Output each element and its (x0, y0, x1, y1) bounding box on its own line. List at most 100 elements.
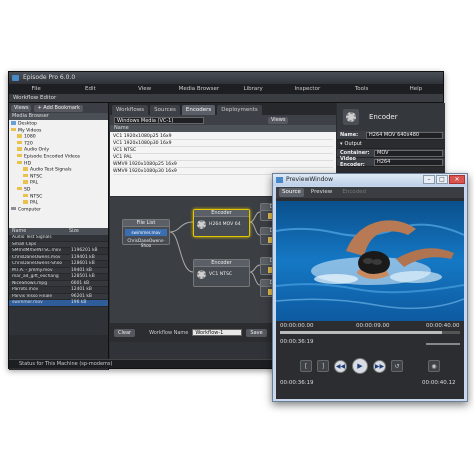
tree-item[interactable]: SD (11, 186, 106, 194)
menu-media-browser[interactable]: Media Browser (172, 84, 226, 94)
tab-source[interactable]: Source (279, 188, 304, 197)
container-select[interactable]: MOV (374, 149, 443, 157)
tab-preview[interactable]: Preview (308, 188, 335, 197)
duration-timecode: 00:00:40.12 (422, 380, 456, 386)
menu-help[interactable]: Help (389, 84, 443, 94)
close-button[interactable]: ✕ (449, 175, 465, 184)
tree-item[interactable]: 720 (11, 140, 106, 148)
timeline: 00:00:00.00 00:00:09.00 00:00:40.00 (276, 323, 464, 336)
clear-button[interactable]: Clear (114, 328, 136, 337)
video-encoder-select[interactable]: H264 (374, 158, 443, 166)
rewind-icon[interactable]: ◀◀ (334, 359, 347, 373)
preview-title: PreviewWindow (286, 176, 334, 183)
inspector-header: Encoder (337, 103, 445, 131)
workflow-name-label: Workflow Name (149, 329, 189, 336)
app-title: Episode Pro 6.0.0 (23, 74, 76, 81)
tree-item[interactable]: NTSC (11, 193, 106, 201)
inspector-title: Encoder (369, 113, 398, 121)
menu-tools[interactable]: Tools (335, 84, 389, 94)
name-field[interactable]: H264 MOV 640x480 (366, 131, 443, 139)
tree-item[interactable]: Episode Encoded Videos (11, 153, 106, 161)
tree-item[interactable]: Desktop (11, 121, 106, 128)
timeline-progress (280, 331, 442, 334)
workflow-name-field[interactable]: Workflow-1 (192, 329, 243, 336)
save-button[interactable]: Save (246, 328, 267, 337)
tree-item[interactable]: Audio Test Signals (11, 167, 106, 174)
format-select[interactable]: Windows Media (VC-1) (114, 116, 204, 124)
file-list-entry[interactable]: ChrisDaneOwens-Shoo (123, 238, 169, 248)
app-logo-icon (276, 177, 283, 183)
tab-workflows[interactable]: Workflows (112, 105, 149, 115)
app-logo-icon (12, 75, 19, 81)
current-timecode: 00:00:36:19 (280, 380, 314, 386)
loop-button[interactable]: ↺ (391, 360, 403, 372)
column-name[interactable]: Name (9, 228, 69, 235)
encoder-row[interactable]: VC1 1920x1080p25 16x9 (113, 133, 333, 140)
tree-item[interactable]: Computer (11, 206, 106, 214)
tree-item[interactable]: 1080 (11, 134, 106, 141)
end-timecode: 00:00:40.00 (426, 323, 460, 329)
gear-icon (197, 270, 206, 279)
add-bookmark-button[interactable]: + Add Bookmark (34, 104, 83, 112)
encoder-node-h264[interactable]: Encoder H264 MOV 64 (193, 209, 250, 237)
file-row-selected[interactable]: swimmer.mov 196 kB (9, 300, 108, 307)
folder-icon (11, 127, 16, 132)
menu-file[interactable]: File (9, 84, 63, 94)
column-size[interactable]: Size (69, 228, 79, 235)
volume-slider[interactable] (426, 343, 460, 345)
tab-encoded[interactable]: Encoded (339, 188, 369, 197)
menu-view[interactable]: View (118, 84, 172, 94)
media-browser-header: Media Browser (9, 113, 108, 120)
chevron-down-icon: ▾ (340, 141, 343, 147)
play-icon[interactable]: ▶ (352, 358, 368, 374)
snapshot-icon[interactable]: ◉ (428, 360, 440, 372)
tree-item[interactable]: Audio Only (11, 147, 106, 154)
computer-icon (11, 206, 16, 211)
views-button[interactable]: Views (268, 116, 289, 124)
maximize-button[interactable]: □ (436, 175, 448, 184)
encoder-node-vc1[interactable]: Encoder VC1 NTSC (193, 259, 250, 287)
output-label: Output (344, 141, 362, 147)
tab-encoders[interactable]: Encoders (181, 105, 216, 115)
encoder-row[interactable]: VC1 PAL (113, 154, 333, 161)
fast-forward-icon[interactable]: ▶▶ (373, 359, 386, 373)
minimize-button[interactable]: – (423, 175, 435, 184)
timeline-track[interactable] (280, 331, 460, 334)
folder-tree[interactable]: Desktop My Videos 1080 720 Audio Only Ep… (9, 120, 108, 228)
menu-edit[interactable]: Edit (63, 84, 117, 94)
encoder-row[interactable]: VC1 NTSC (113, 147, 333, 154)
tree-item[interactable]: NTSC (11, 173, 106, 181)
mid-timecode: 00:00:09.00 (356, 323, 390, 329)
folder-icon (23, 193, 28, 198)
mark-in-button[interactable]: [ (300, 360, 312, 372)
preview-window: PreviewWindow – □ ✕ Source Preview Encod… (272, 173, 468, 402)
views-button[interactable]: Views (11, 104, 32, 112)
video-frame[interactable] (276, 201, 464, 321)
inspector-output-header[interactable]: ▾ Output (337, 140, 445, 149)
file-list-entry[interactable]: swimmer.mov (125, 229, 167, 236)
folder-icon (17, 140, 22, 145)
folder-icon (11, 121, 16, 125)
folder-icon (23, 167, 28, 171)
tab-deployments[interactable]: Deployments (217, 105, 262, 115)
menu-inspector[interactable]: Inspector (280, 84, 334, 94)
menu-bar: File Edit View Media Browser Library Ins… (9, 84, 443, 94)
folder-icon (17, 134, 22, 138)
menu-library[interactable]: Library (226, 84, 280, 94)
file-list-header: Name Size (9, 228, 108, 235)
workflow-editor-label[interactable]: Workflow Editor (13, 95, 56, 101)
window-controls: – □ ✕ (423, 175, 465, 184)
mark-out-button[interactable]: ] (317, 360, 329, 372)
tree-item[interactable]: PAL (11, 180, 106, 187)
file-list-node[interactable]: File List swimmer.mov ChrisDaneOwens-Sho… (122, 219, 170, 248)
folder-icon (23, 173, 28, 178)
tab-sources[interactable]: Sources (150, 105, 180, 115)
encoder-row[interactable]: VC1 1920x1080p30 16x9 (113, 140, 333, 147)
encoder-table-header[interactable]: Name (110, 125, 336, 132)
encoder-row[interactable]: WMV9 1920x1080p25 16x9 (113, 161, 333, 168)
video-encoder-row: Video Encoder: H264 (337, 156, 445, 168)
folder-icon (23, 200, 28, 204)
gear-icon (197, 220, 206, 229)
media-browser-toolbar: Views + Add Bookmark (9, 103, 108, 113)
tree-item[interactable]: PAL (11, 200, 106, 207)
